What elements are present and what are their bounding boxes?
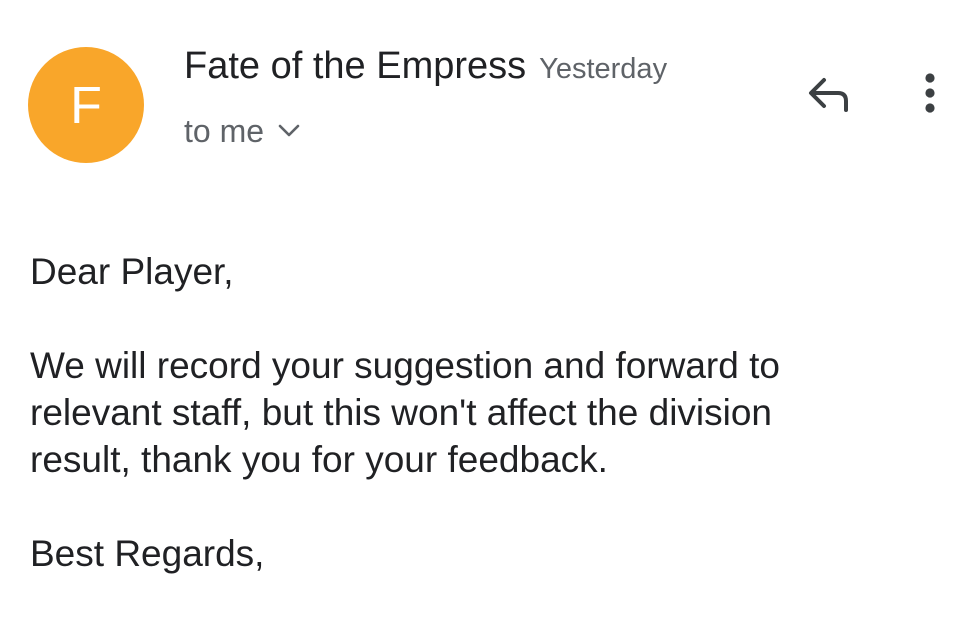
avatar-letter: F (70, 77, 102, 135)
reply-icon (804, 74, 852, 119)
message-closing: Best Regards, (30, 533, 265, 574)
sender-line: Fate of the Empress Yesterday (184, 44, 667, 90)
sender-name[interactable]: Fate of the Empress (184, 44, 526, 90)
reply-button[interactable] (800, 72, 856, 120)
sender-avatar[interactable]: F (28, 47, 144, 163)
more-options-button[interactable] (910, 70, 950, 120)
email-body: Dear Player, We will record your suggest… (30, 248, 960, 577)
recipient-label: to me (184, 113, 265, 149)
chevron-down-icon (278, 124, 300, 138)
email-header: F Fate of the Empress Yesterday to me (0, 0, 980, 200)
message-greeting: Dear Player, (30, 251, 234, 292)
more-vert-icon (923, 72, 937, 119)
timestamp: Yesterday (539, 53, 668, 85)
message-paragraph: We will record your suggestion and forwa… (30, 345, 780, 480)
recipient-details-toggle[interactable]: to me (184, 112, 300, 150)
